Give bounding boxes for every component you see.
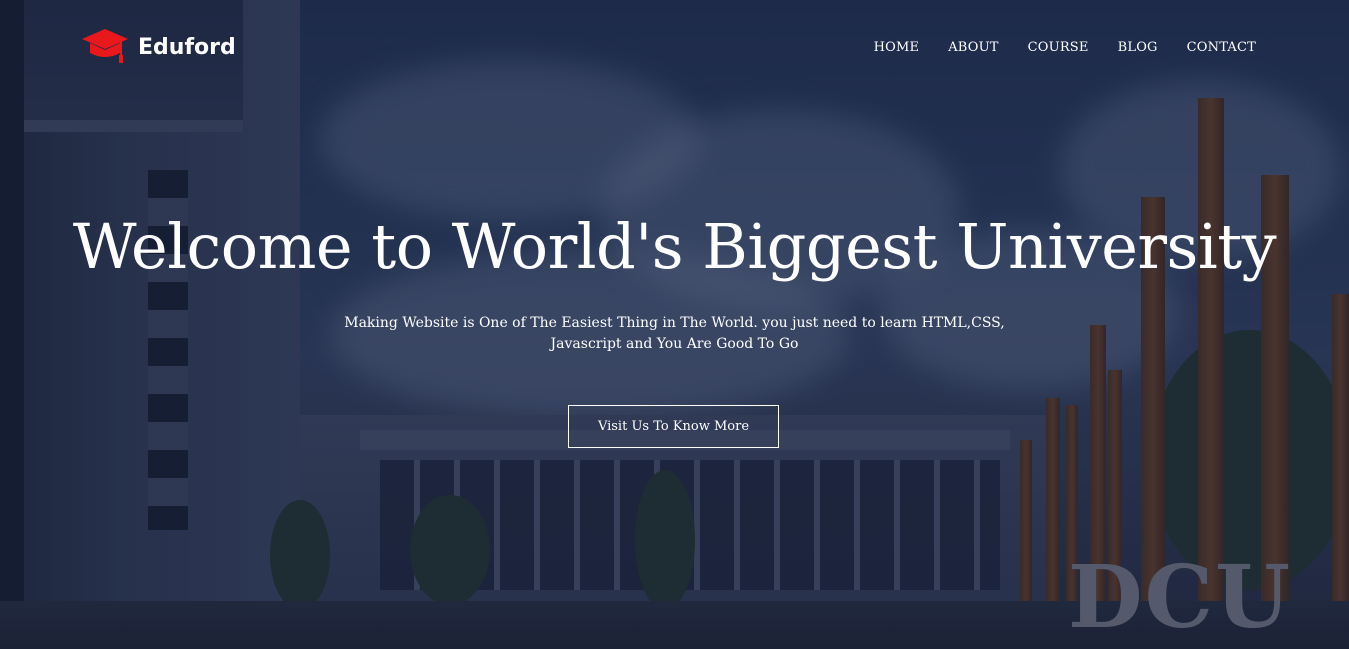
nav-blog[interactable]: BLOG (1118, 40, 1158, 55)
brand-logo[interactable]: Eduford (80, 26, 236, 68)
brand-name: Eduford (138, 34, 236, 60)
main-nav: HOME ABOUT COURSE BLOG CONTACT (874, 40, 1256, 55)
nav-home[interactable]: HOME (874, 40, 920, 55)
visit-us-button[interactable]: Visit Us To Know More (568, 405, 779, 448)
hero-title: Welcome to World's Biggest University (72, 210, 1277, 283)
hero-subtitle-line-2: Javascript and You Are Good To Go (550, 336, 799, 352)
hero-subtitle: Making Website is One of The Easiest Thi… (0, 313, 1349, 355)
graduation-cap-icon (82, 29, 128, 63)
nav-course[interactable]: COURSE (1028, 40, 1089, 55)
hero-subtitle-line-1: Making Website is One of The Easiest Thi… (344, 315, 1005, 331)
nav-about[interactable]: ABOUT (948, 40, 998, 55)
nav-contact[interactable]: CONTACT (1187, 40, 1256, 55)
